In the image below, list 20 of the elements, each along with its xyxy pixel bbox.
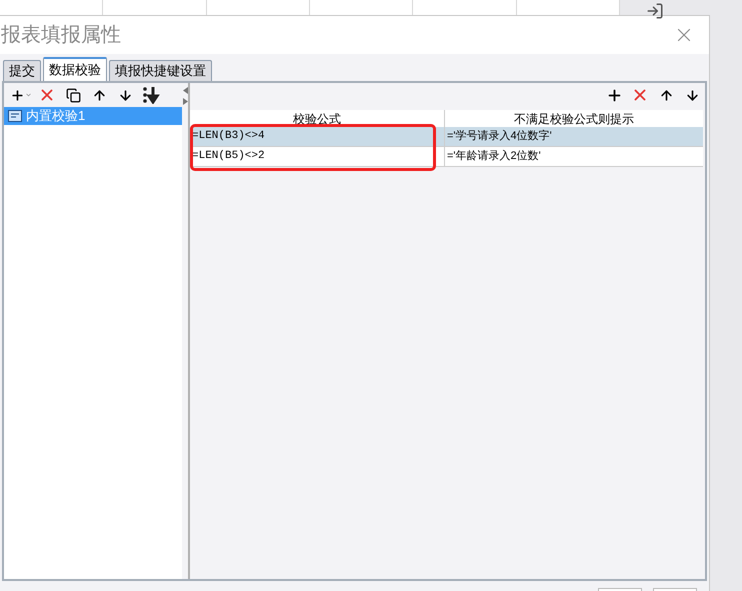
- table-cell-text: ='年龄请录入2位数': [446, 149, 542, 164]
- table-cell: =LEN(B3)<>4: [190, 127, 445, 146]
- move-bottom-icon: [142, 86, 160, 104]
- caret-icon: [24, 91, 32, 99]
- list-icon: [8, 110, 22, 122]
- column-header: 不满足校验公式则提示: [513, 110, 635, 127]
- table-cell: =LEN(B5)<>2: [190, 147, 445, 166]
- window-title: 报表填报属性: [1, 23, 121, 48]
- tab[interactable]: 提交: [3, 60, 41, 81]
- import-icon[interactable]: [646, 2, 664, 20]
- table-row[interactable]: =LEN(B3)<>4 ='学号请录入4位数字': [190, 127, 703, 147]
- tab[interactable]: 数据校验: [43, 57, 107, 81]
- copy-icon: [66, 88, 80, 102]
- tab[interactable]: 填报快捷键设置: [109, 60, 212, 81]
- move-bottom-button[interactable]: [140, 85, 162, 105]
- table-row[interactable]: =LEN(B5)<>2 ='年龄请录入2位数': [190, 147, 703, 167]
- arrow-down-icon: [118, 88, 132, 102]
- plus-icon: [606, 86, 622, 104]
- arrow-down-icon: [684, 88, 700, 102]
- table-cell-text: ='学号请录入4位数字': [446, 128, 553, 144]
